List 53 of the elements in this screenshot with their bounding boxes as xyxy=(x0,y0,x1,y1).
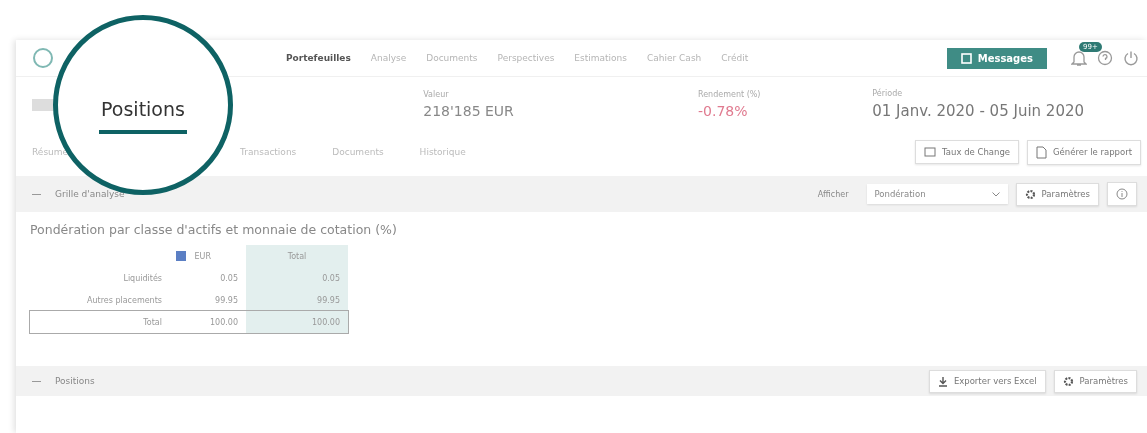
display-label: Afficher xyxy=(817,189,849,199)
row-label: Autres placements xyxy=(30,289,170,311)
nav-item[interactable]: Documents xyxy=(426,53,478,63)
summary-value: -0.78% xyxy=(697,103,749,119)
summary-value: 01 Janv. 2020 - 05 Juin 2020 xyxy=(872,102,1086,120)
table-cell: 99.95 xyxy=(170,289,246,311)
action-button[interactable]: Taux de Change xyxy=(915,140,1019,164)
nav-item[interactable]: Crédit xyxy=(721,53,749,63)
settings-button[interactable]: Paramètres xyxy=(1015,182,1099,206)
sub-tab[interactable]: Historique xyxy=(419,147,466,157)
section-title: Grille d'analyse xyxy=(55,189,125,199)
settings-icon xyxy=(1024,188,1036,200)
settings-icon xyxy=(1062,375,1074,387)
display-select[interactable]: Pondération xyxy=(866,184,1008,204)
section-title: Positions xyxy=(55,376,95,386)
summary-value: 218'185 EUR xyxy=(423,103,515,119)
table-cell: 0.05 xyxy=(170,267,246,289)
download-icon xyxy=(937,375,948,387)
summary-label: Rendement (%) xyxy=(697,90,762,99)
sub-tab[interactable]: Positions xyxy=(99,98,187,134)
nav-item[interactable]: Estimations xyxy=(574,53,627,63)
help-icon[interactable] xyxy=(1097,50,1113,66)
sub-tab[interactable]: Transactions xyxy=(240,147,297,157)
logo-icon xyxy=(32,47,54,69)
table-cell: 0.05 xyxy=(246,267,348,289)
square-icon xyxy=(960,52,972,64)
summary-label: Période xyxy=(872,89,904,98)
sub-tab[interactable]: Documents xyxy=(332,147,384,157)
messages-button[interactable]: Messages xyxy=(946,47,1047,69)
info-button[interactable] xyxy=(1107,182,1137,206)
row-label: Liquidités xyxy=(122,272,163,285)
table-cell: 100.00 xyxy=(246,311,348,333)
nav-item[interactable]: Perspectives xyxy=(497,53,555,63)
power-icon[interactable] xyxy=(1123,50,1139,66)
sub-tab[interactable]: Résumé xyxy=(32,147,69,157)
bell-icon[interactable] xyxy=(1071,49,1087,67)
nav-item[interactable]: Analyse xyxy=(370,53,407,63)
chevron-down-icon xyxy=(991,191,1000,197)
nav-item[interactable]: Cahier Cash xyxy=(647,53,702,63)
document-icon xyxy=(1036,145,1047,159)
column-header: Total xyxy=(287,251,307,261)
nav-item[interactable]: Portefeuilles xyxy=(286,53,351,63)
action-button[interactable]: Générer le rapport xyxy=(1027,139,1141,165)
rectangle-icon xyxy=(924,146,937,158)
export-button[interactable]: Exporter vers Excel xyxy=(928,369,1046,393)
summary-label: Valeur xyxy=(423,90,450,99)
table-cell: 99.95 xyxy=(246,289,348,311)
column-header: EUR xyxy=(194,251,211,261)
info-icon xyxy=(1116,188,1128,200)
row-label: Total xyxy=(30,311,170,333)
settings-button[interactable]: Paramètres xyxy=(1053,369,1137,393)
table-cell: 100.00 xyxy=(170,311,246,333)
table-title: Pondération par classe d'actifs et monnaie de cotation (%) xyxy=(30,222,398,237)
